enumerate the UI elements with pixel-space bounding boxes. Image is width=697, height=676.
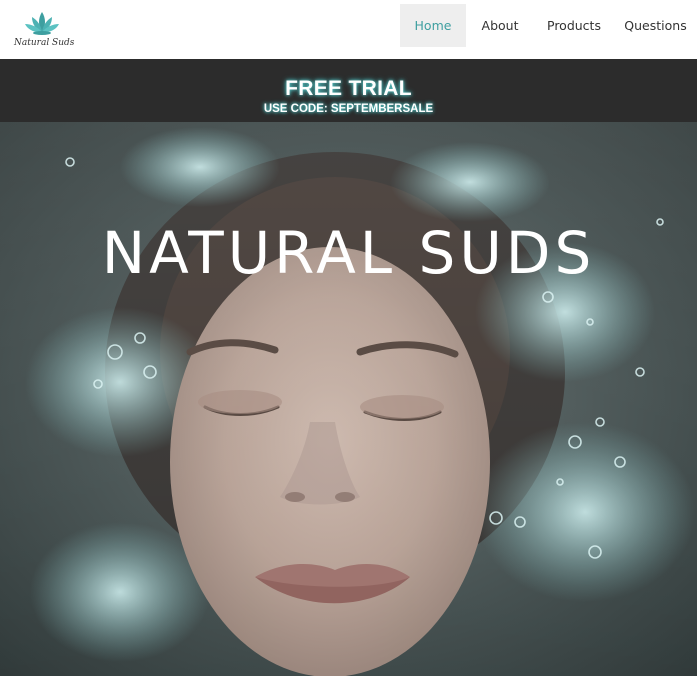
hero-image: [0, 122, 697, 676]
logo-text: Natural Suds: [14, 38, 75, 48]
main-nav: Home About Products Questions: [400, 4, 697, 47]
promo-title: FREE TRIAL: [285, 77, 412, 100]
nav-about[interactable]: About: [466, 4, 534, 47]
promo-banner: FREE TRIAL USE CODE: SEPTEMBERSALE: [0, 59, 697, 122]
nav-products[interactable]: Products: [534, 4, 614, 47]
lotus-icon: [25, 12, 59, 35]
page: Natural Suds Home About Products Questio…: [0, 0, 697, 676]
nav-questions[interactable]: Questions: [614, 4, 697, 47]
hero-title: NATURAL SUDS: [101, 218, 596, 287]
logo[interactable]: Natural Suds: [12, 10, 75, 52]
nav-home[interactable]: Home: [400, 4, 466, 47]
hero: NATURAL SUDS: [0, 122, 697, 676]
navbar: Natural Suds Home About Products Questio…: [0, 0, 697, 59]
promo-code: USE CODE: SEPTEMBERSALE: [263, 103, 434, 115]
